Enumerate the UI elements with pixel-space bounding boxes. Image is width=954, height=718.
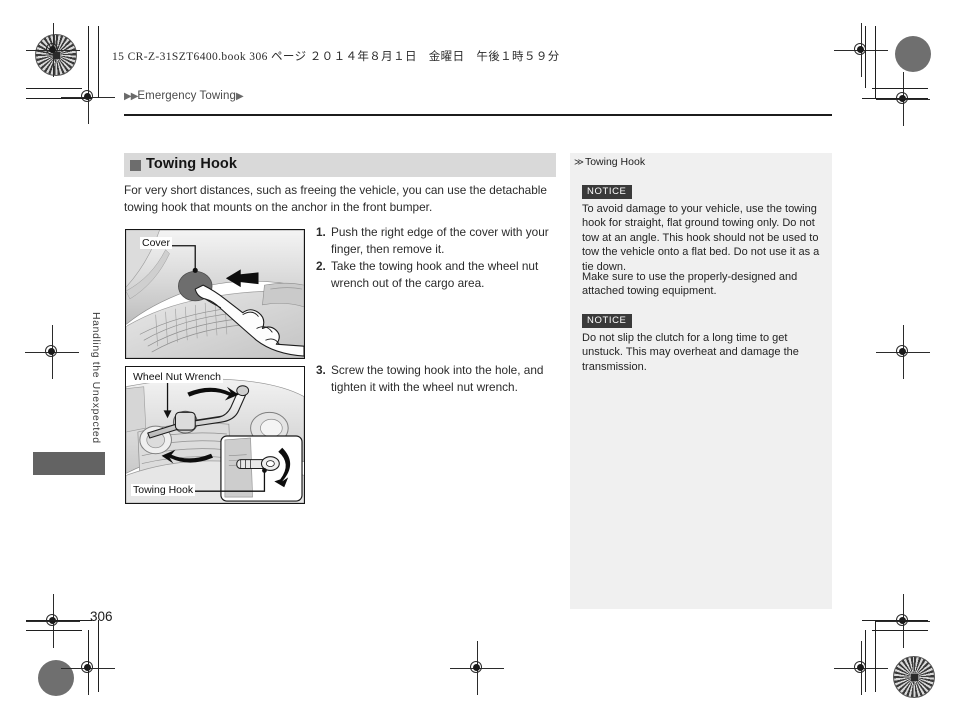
registration-target-mid-left	[25, 325, 79, 379]
breadcrumb-trailing-arrow-icon: ▶	[235, 91, 244, 102]
section-heading-bar: Towing Hook	[124, 153, 556, 177]
intro-paragraph: For very short distances, such as freein…	[124, 183, 547, 214]
step-text: Take the towing hook and the wheel nut w…	[331, 259, 539, 290]
notice-block: NOTICE Do not slip the clutch for a long…	[582, 310, 824, 374]
step-number: 3.	[316, 363, 326, 377]
notice-text: Do not slip the clutch for a long time t…	[582, 332, 799, 373]
list-item: 3. Screw the towing hook into the hole, …	[316, 362, 556, 395]
crop-marks-top-left	[26, 26, 106, 106]
step-text: Screw the towing hook into the hole, and…	[331, 363, 544, 394]
book-info-line: 15 CR-Z-31SZT6400.book 306 ページ ２０１４年８月１日…	[112, 51, 560, 63]
step-number: 2.	[316, 259, 326, 273]
step-text: Push the right edge of the cover with yo…	[331, 225, 549, 256]
figure-label-wheel-nut-wrench: Wheel Nut Wrench	[131, 371, 223, 383]
breadcrumb-leading-arrows-icon: ▶▶	[124, 91, 138, 102]
manual-page: 15 CR-Z-31SZT6400.book 306 ページ ２０１４年８月１日…	[0, 0, 954, 718]
chapter-tab-label: Handling the Unexpected	[90, 312, 102, 444]
step-number: 1.	[316, 225, 326, 239]
double-chevron-icon: ≫	[574, 157, 584, 168]
list-item: 2. Take the towing hook and the wheel nu…	[316, 258, 556, 291]
steps-list-bottom: 3. Screw the towing hook into the hole, …	[316, 362, 556, 396]
chapter-tab-marker	[33, 452, 105, 475]
figure-bumper-cover: Cover	[125, 229, 305, 359]
status-badge: NOTICE	[582, 314, 632, 328]
page-number: 306	[90, 609, 113, 624]
figure-label-towing-hook: Towing Hook	[131, 484, 196, 496]
breadcrumb-label[interactable]: Emergency Towing	[137, 90, 236, 102]
figure-towing-hook: Wheel Nut Wrench Towing Hook	[125, 366, 305, 504]
page-title: Towing Hook	[146, 156, 238, 172]
list-item: 1. Push the right edge of the cover with…	[316, 224, 556, 257]
square-bullet-icon	[130, 160, 141, 171]
margin-notes-heading-label: Towing Hook	[584, 156, 646, 168]
breadcrumb: ▶▶Emergency Towing▶	[124, 90, 244, 102]
notice-text: To avoid damage to your vehicle, use the…	[582, 203, 820, 273]
crop-marks-top-right	[848, 26, 928, 106]
crop-marks-bottom-right	[848, 612, 928, 692]
notice-block: NOTICE To avoid damage to your vehicle, …	[582, 181, 824, 274]
status-badge: NOTICE	[582, 185, 632, 199]
note-block: Make sure to use the properly-designed a…	[582, 270, 824, 299]
steps-list-top: 1. Push the right edge of the cover with…	[316, 224, 556, 292]
margin-notes-heading: ≫Towing Hook	[574, 156, 645, 168]
registration-target-mid-right	[876, 325, 930, 379]
margin-notes-panel: ≫Towing Hook NOTICE To avoid damage to y…	[570, 153, 832, 609]
crop-marks-bottom-left	[26, 612, 106, 692]
registration-target-bottom-center	[450, 641, 504, 695]
figure-label-cover: Cover	[140, 237, 173, 249]
header-divider	[124, 114, 832, 116]
note-text: Make sure to use the properly-designed a…	[582, 271, 798, 298]
